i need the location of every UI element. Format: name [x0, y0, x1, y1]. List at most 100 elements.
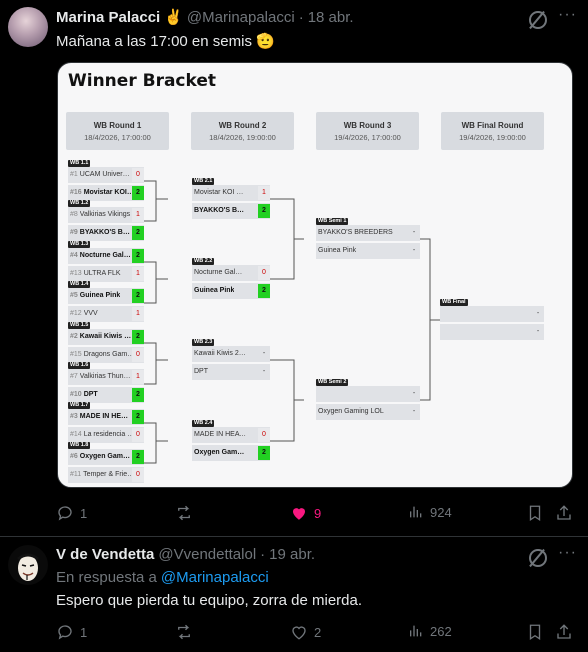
- reply-button[interactable]: 1: [56, 504, 87, 522]
- bracket-match: WB 1.1#1UCAM University...0#16Movistar K…: [68, 160, 144, 201]
- team-name: DPT: [83, 391, 98, 398]
- team-score: 1: [132, 267, 144, 281]
- team-score: 0: [258, 428, 270, 442]
- author-handle[interactable]: @Marinapalacci: [187, 9, 295, 26]
- repost-icon: [178, 505, 190, 521]
- share-icon[interactable]: [555, 504, 573, 522]
- separator: ·: [298, 8, 304, 26]
- team-score: 2: [258, 446, 270, 460]
- bracket-match: WB 1.3#4Nocturne Gale L...2#13ULTRA FLK1: [68, 241, 144, 282]
- views-button[interactable]: 262: [408, 623, 452, 639]
- tweet-original[interactable]: Marina Palacci ✌️ @Marinapalacci · 18 ab…: [0, 0, 588, 536]
- avatar-marina[interactable]: [8, 7, 48, 47]
- match-team-row: #9BYAKKO'S BREEDE...2: [68, 225, 144, 241]
- repost-button[interactable]: [174, 623, 194, 641]
- match-team-row: Guinea Pink 2: [192, 283, 270, 299]
- team-score: -: [258, 347, 270, 361]
- bracket-match: WB 2.3 Kawaii Kiwis 2026 - DPT -: [192, 339, 270, 380]
- reply-button[interactable]: 1: [56, 623, 87, 641]
- team-score: 2: [132, 289, 144, 303]
- views-icon: [410, 506, 422, 518]
- like-count: 2: [314, 624, 322, 640]
- mask-icon: [17, 553, 39, 581]
- match-team-row: Nocturne Gale LOL 0: [192, 265, 270, 281]
- views-count: 262: [430, 623, 452, 639]
- team-seed: #2: [70, 333, 78, 340]
- team-seed: #15: [70, 351, 82, 358]
- bookmark-icon[interactable]: [526, 504, 544, 522]
- team-score: 2: [132, 186, 144, 200]
- like-button[interactable]: 9: [290, 504, 321, 522]
- team-seed: #11: [70, 471, 82, 478]
- team-score: 2: [258, 284, 270, 298]
- team-score: 0: [132, 168, 144, 182]
- team-seed: #16: [70, 189, 82, 196]
- team-seed: #7: [70, 373, 78, 380]
- team-score: 2: [132, 330, 144, 344]
- views-button[interactable]: 924: [408, 504, 452, 520]
- match-team-row: MADE IN HEAVEN 0: [192, 427, 270, 443]
- match-team-row: #16Movistar KOI Ka...2: [68, 185, 144, 201]
- match-team-row: BYAKKO'S BREEDERS 2: [192, 203, 270, 219]
- reply-to-link[interactable]: @Marinapalacci: [161, 569, 269, 586]
- match-tag: WB Semi 1: [316, 218, 349, 225]
- team-name: Valkirias Vikings: [79, 211, 131, 218]
- tweet-reply[interactable]: V de Vendetta @Vvendettalol · 19 abr. ··…: [0, 537, 588, 652]
- match-tag: WB 2.1: [192, 178, 215, 185]
- team-seed: #12: [70, 310, 82, 317]
- team-score: 2: [132, 450, 144, 464]
- bracket-match: WB 2.2 Nocturne Gale LOL 0 Guinea Pink 2: [192, 258, 270, 299]
- repost-button[interactable]: [174, 504, 194, 522]
- match-team-row: #10 DPT 2: [68, 387, 144, 403]
- team-seed: #3: [70, 413, 78, 420]
- match-tag: WB 2.3: [192, 339, 215, 346]
- team-name: Movistar KOI Ka...: [83, 189, 136, 196]
- more-options-icon[interactable]: ···: [558, 544, 577, 562]
- reply-icon: [58, 506, 72, 521]
- team-score: -: [532, 325, 544, 339]
- share-icon[interactable]: [555, 623, 573, 641]
- team-name: MADE IN HEAVEN: [79, 413, 132, 420]
- more-options-icon[interactable]: ···: [558, 6, 577, 24]
- bracket-image[interactable]: Winner Bracket WB Round 1 18/4/2026, 17:0…: [57, 62, 573, 488]
- views-count: 924: [430, 504, 452, 520]
- heart-icon: [292, 626, 306, 640]
- reply-count: 1: [80, 624, 88, 640]
- bracket-match: WB 1.8#6Oxygen Gaming ...2#11Temper & Fr…: [68, 442, 144, 483]
- reply-prefix: En respuesta a: [56, 569, 157, 586]
- team-name: BYAKKO'S BREEDERS: [194, 207, 246, 214]
- grok-icon[interactable]: [529, 549, 547, 567]
- action-bar: 1 9 924: [56, 504, 576, 524]
- match-team-row: #8 Valkirias Vikings 1: [68, 207, 144, 223]
- avatar-vendetta[interactable]: [8, 545, 48, 585]
- reply-count: 1: [80, 505, 88, 521]
- team-score: 1: [132, 208, 144, 222]
- grok-icon[interactable]: [529, 11, 547, 29]
- match-team-row: #15 Dragons Gamin... 0: [68, 347, 144, 363]
- match-team-row: Oxygen Gaming LOL 2: [192, 445, 270, 461]
- author-name[interactable]: Marina Palacci: [56, 9, 160, 26]
- team-name: BYAKKO'S BREEDE...: [79, 229, 132, 236]
- like-button[interactable]: 2: [290, 623, 321, 641]
- bracket-match: WB Semi 2 - Oxygen Gaming LOL -: [316, 379, 420, 420]
- author-handle[interactable]: @Vvendettalol: [158, 546, 256, 563]
- match-team-row: #4Nocturne Gale L...2: [68, 248, 144, 264]
- bracket-match: WB 1.5#2Kawaii Kiwis 20262#15Dragons Gam…: [68, 322, 144, 363]
- match-team-row: Kawaii Kiwis 2026 -: [192, 346, 270, 362]
- author-name[interactable]: V de Vendetta: [56, 546, 154, 563]
- bookmark-icon[interactable]: [526, 623, 544, 641]
- match-tag: WB 1.6: [68, 362, 91, 369]
- author-emoji: ✌️: [164, 9, 183, 26]
- post-date[interactable]: 18 abr.: [308, 9, 354, 26]
- match-tag: WB 1.4: [68, 281, 91, 288]
- post-date[interactable]: 19 abr.: [269, 546, 315, 563]
- team-score: 2: [132, 388, 144, 402]
- match-team-row: #13 ULTRA FLK 1: [68, 266, 144, 282]
- heart-icon: [293, 508, 305, 520]
- match-team-row: #12 VVV 1: [68, 306, 144, 322]
- team-score: 1: [132, 370, 144, 384]
- match-tag: WB Final: [440, 299, 468, 306]
- team-score: 2: [132, 410, 144, 424]
- team-seed: #9: [70, 229, 78, 236]
- match-team-row: -: [316, 386, 420, 402]
